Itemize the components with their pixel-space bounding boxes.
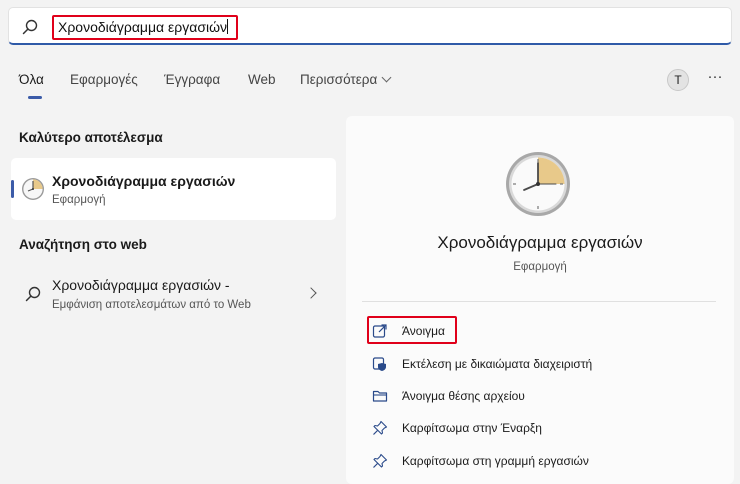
details-pane: Χρονοδιάγραμμα εργασιών Εφαρμογή Άνοιγμα… bbox=[346, 116, 734, 484]
tab-web[interactable]: Web bbox=[248, 72, 276, 87]
web-search-heading: Αναζήτηση στο web bbox=[19, 237, 147, 252]
run-as-admin-action[interactable]: Εκτέλεση με δικαιώματα διαχειριστή bbox=[366, 352, 616, 376]
tab-more[interactable]: Περισσότερα bbox=[300, 72, 392, 87]
best-match-heading: Καλύτερο αποτέλεσμα bbox=[19, 130, 163, 145]
active-tab-indicator bbox=[28, 96, 42, 99]
web-search-title: Χρονοδιάγραμμα εργασιών - bbox=[52, 277, 230, 293]
pin-to-taskbar-label: Καρφίτσωμα στη γραμμή εργασιών bbox=[402, 454, 589, 468]
pin-icon bbox=[373, 453, 388, 468]
search-input[interactable]: Χρονοδιάγραμμα εργασιών bbox=[52, 15, 238, 40]
selection-indicator bbox=[11, 180, 14, 198]
search-bar[interactable]: Χρονοδιάγραμμα εργασιών bbox=[8, 7, 732, 45]
pin-to-start-label: Καρφίτσωμα στην Έναρξη bbox=[402, 421, 542, 435]
best-match-result[interactable]: Χρονοδιάγραμμα εργασιών Εφαρμογή bbox=[11, 158, 336, 220]
more-options-button[interactable]: ··· bbox=[706, 69, 724, 91]
web-search-result[interactable]: Χρονοδιάγραμμα εργασιών - Εμφάνιση αποτε… bbox=[11, 266, 336, 324]
pin-to-start-action[interactable]: Καρφίτσωμα στην Έναρξη bbox=[366, 416, 546, 440]
chevron-right-icon bbox=[305, 287, 317, 299]
pin-icon bbox=[373, 420, 388, 435]
open-file-location-label: Άνοιγμα θέσης αρχείου bbox=[402, 389, 525, 403]
chevron-down-icon bbox=[381, 72, 392, 83]
task-scheduler-icon bbox=[22, 178, 44, 200]
tab-more-label: Περισσότερα bbox=[300, 72, 378, 87]
best-match-subtitle: Εφαρμογή bbox=[52, 194, 106, 206]
highlight-box bbox=[367, 316, 457, 344]
text-caret bbox=[227, 19, 229, 34]
search-icon bbox=[22, 19, 38, 35]
tab-apps[interactable]: Εφαρμογές bbox=[70, 72, 138, 87]
search-icon bbox=[25, 286, 41, 302]
divider bbox=[362, 301, 716, 302]
avatar[interactable]: T bbox=[667, 69, 689, 91]
app-type: Εφαρμογή bbox=[513, 261, 567, 273]
tab-documents[interactable]: Έγγραφα bbox=[164, 72, 220, 87]
task-scheduler-icon bbox=[506, 152, 570, 216]
folder-icon bbox=[372, 390, 388, 402]
app-name: Χρονοδιάγραμμα εργασιών bbox=[437, 233, 643, 252]
open-file-location-action[interactable]: Άνοιγμα θέσης αρχείου bbox=[366, 384, 536, 408]
best-match-title: Χρονοδιάγραμμα εργασιών bbox=[52, 173, 236, 189]
pin-to-taskbar-action[interactable]: Καρφίτσωμα στη γραμμή εργασιών bbox=[366, 449, 606, 473]
run-as-admin-label: Εκτέλεση με δικαιώματα διαχειριστή bbox=[402, 357, 593, 371]
web-search-subtitle: Εμφάνιση αποτελεσμάτων από το Web bbox=[52, 299, 251, 311]
shield-icon bbox=[372, 357, 386, 371]
tab-all[interactable]: Όλα bbox=[19, 72, 44, 87]
filter-tabs: Όλα Εφαρμογές Έγγραφα Web Περισσότερα bbox=[0, 60, 740, 102]
